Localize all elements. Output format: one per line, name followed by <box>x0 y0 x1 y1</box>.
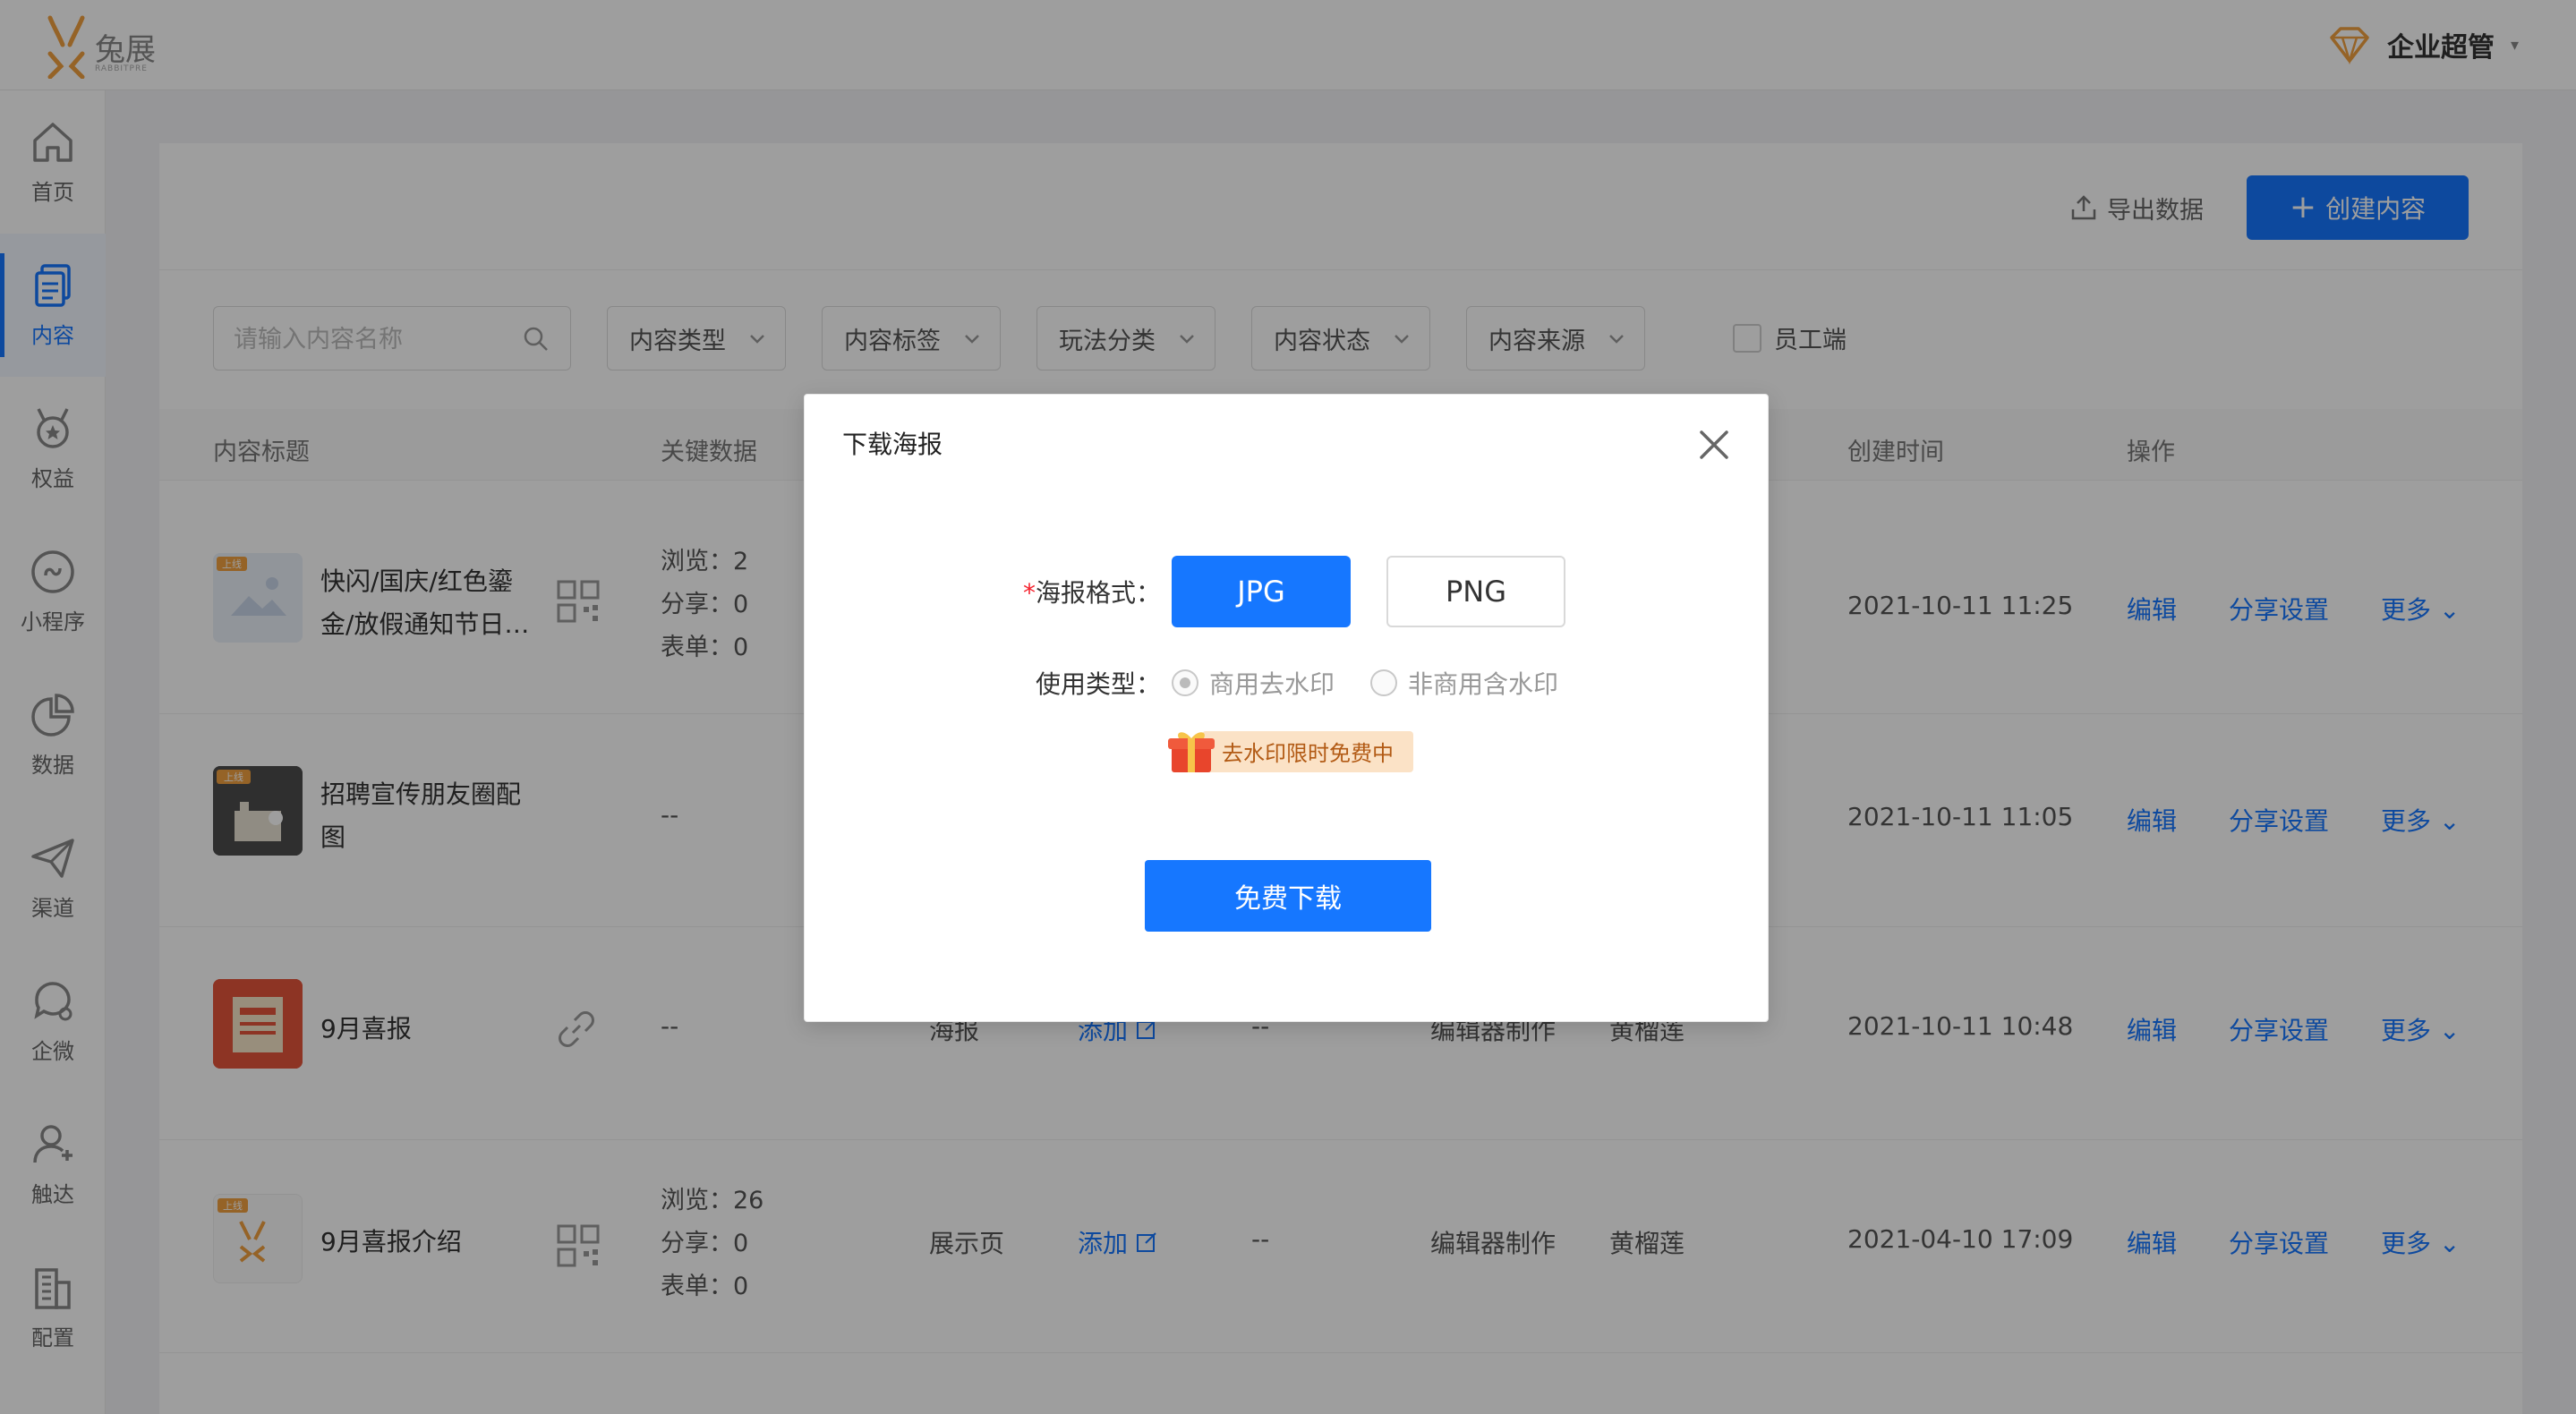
radio-button-selected[interactable] <box>1172 669 1198 696</box>
format-field-label: *海报格式： <box>1011 574 1161 609</box>
radio-label: 商用去水印 <box>1209 669 1335 699</box>
usage-radio-commercial[interactable]: 商用去水印 <box>1172 665 1335 701</box>
promo-text: 去水印限时免费中 <box>1222 740 1394 766</box>
close-icon[interactable] <box>1694 425 1734 464</box>
radio-label: 非商用含水印 <box>1408 669 1559 699</box>
gift-icon <box>1168 732 1215 772</box>
free-download-button[interactable]: 免费下载 <box>1145 860 1431 932</box>
required-mark: * <box>1022 578 1036 608</box>
format-jpg-button[interactable]: JPG <box>1172 556 1351 627</box>
usage-radio-group: 商用去水印 非商用含水印 <box>1172 665 1558 701</box>
download-poster-dialog: 下载海报 *海报格式： JPG PNG 使用类型： 商用去水印 非商用含水印 去… <box>804 394 1769 1022</box>
radio-button[interactable] <box>1370 669 1398 696</box>
format-png-button[interactable]: PNG <box>1386 556 1565 627</box>
format-label-text: 海报格式： <box>1035 578 1161 608</box>
dialog-title: 下载海报 <box>842 430 943 459</box>
usage-field-label: 使用类型： <box>1035 669 1161 699</box>
free-watermark-promo: 去水印限时免费中 <box>1166 726 1413 776</box>
usage-radio-noncommercial[interactable]: 非商用含水印 <box>1370 665 1558 701</box>
